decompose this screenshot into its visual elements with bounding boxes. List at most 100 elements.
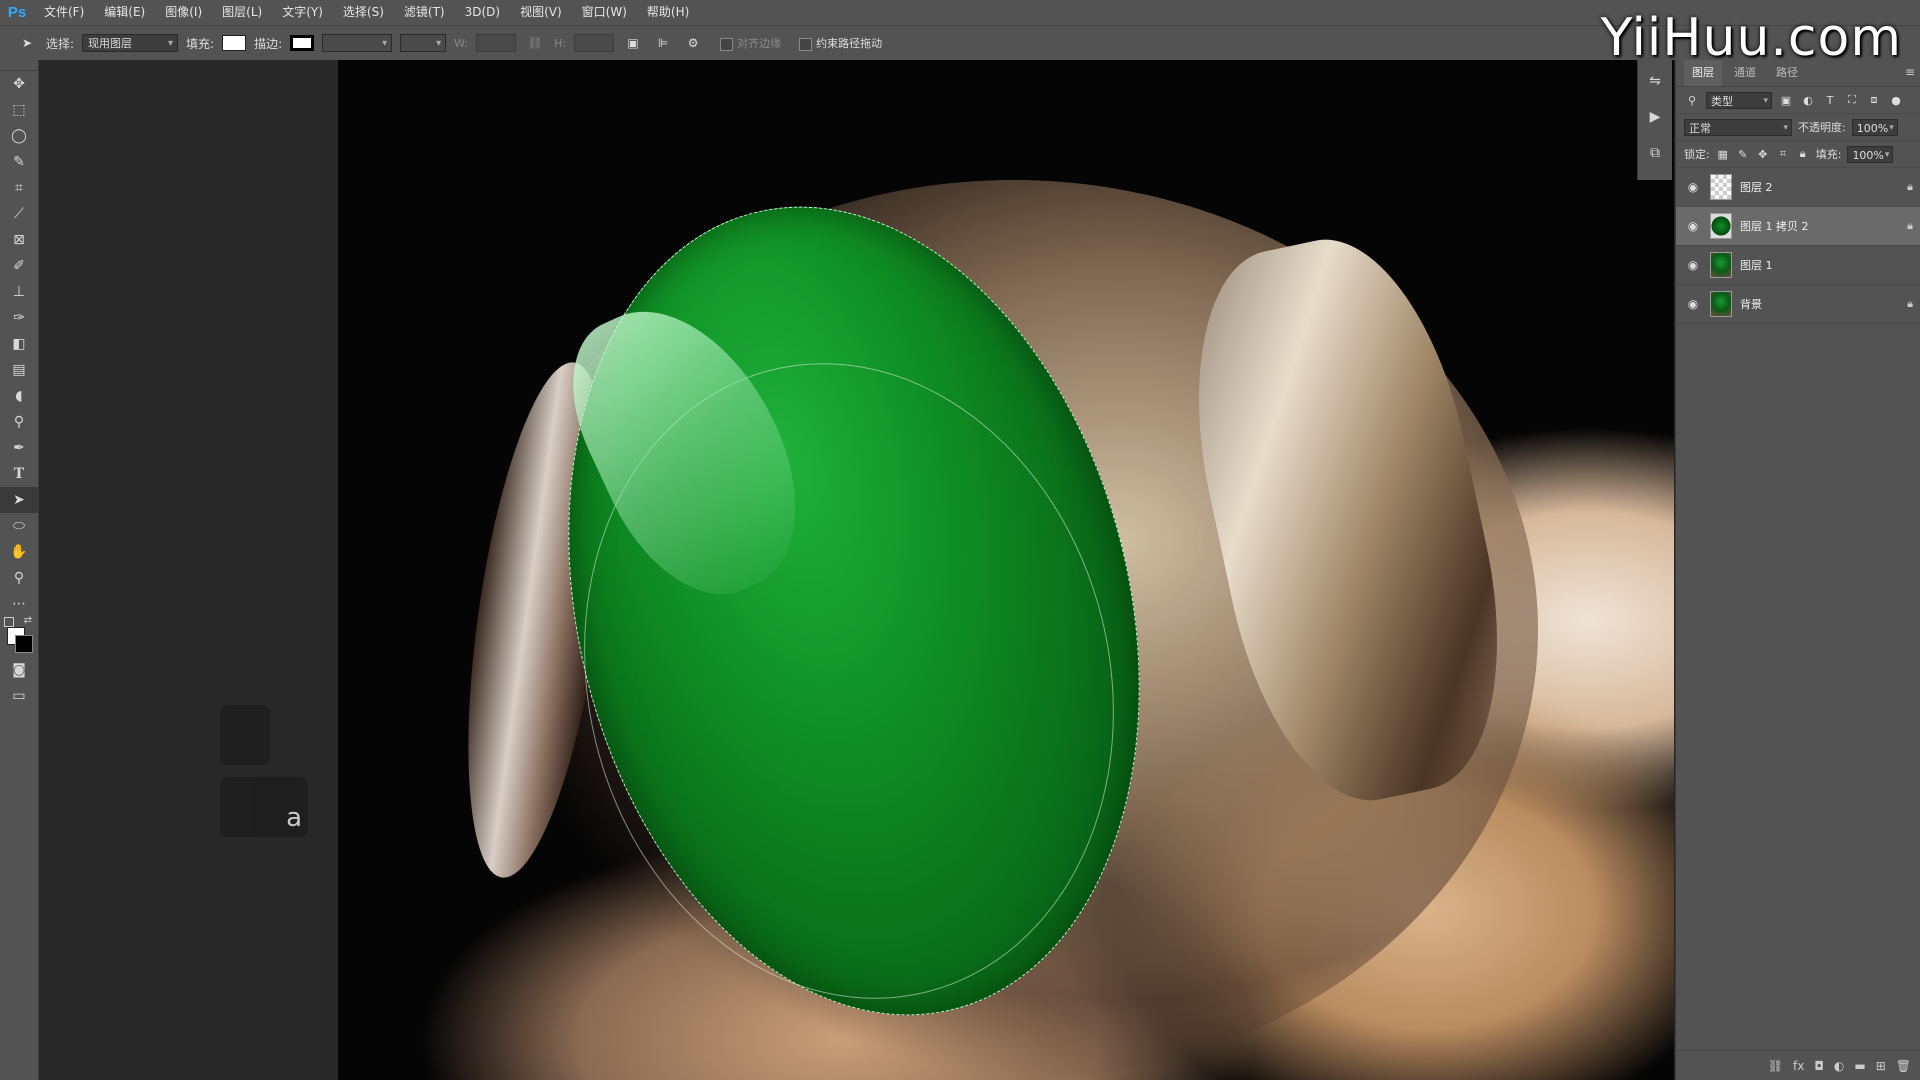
- stroke-type-dropdown[interactable]: [400, 34, 447, 53]
- layer-row-selected[interactable]: ◉ 图层 1 拷贝 2 🔒︎: [1676, 207, 1920, 246]
- history-panel-icon[interactable]: ⇋: [1638, 66, 1672, 96]
- layer-row[interactable]: ◉ 图层 1: [1676, 246, 1920, 285]
- opacity-field[interactable]: 100%: [1851, 118, 1898, 137]
- shape-filter-icon[interactable]: ⛶: [1844, 93, 1860, 107]
- eyedropper-tool-icon[interactable]: ⟋: [0, 201, 38, 227]
- pen-tool-icon[interactable]: ✒: [0, 435, 38, 461]
- menu-type[interactable]: 文字(Y): [272, 0, 333, 25]
- lasso-tool-icon[interactable]: ◯: [0, 123, 38, 149]
- layer-row[interactable]: ◉ 图层 2 🔒︎: [1676, 168, 1920, 207]
- menu-filter[interactable]: 滤镜(T): [394, 0, 455, 25]
- tab-layers[interactable]: 图层: [1684, 60, 1722, 86]
- marquee-tool-icon[interactable]: ⬚: [0, 97, 38, 123]
- history-brush-tool-icon[interactable]: ✑: [0, 305, 38, 331]
- panel-menu-icon[interactable]: ≡: [1905, 65, 1915, 79]
- ellipse-tool-icon[interactable]: ⬭: [0, 513, 38, 539]
- height-field[interactable]: [574, 34, 615, 52]
- align-edges-option[interactable]: 对齐边缘: [720, 35, 781, 51]
- tab-paths[interactable]: 路径: [1768, 60, 1806, 86]
- stroke-label: 描边:: [254, 36, 283, 51]
- eraser-tool-icon[interactable]: ◧: [0, 331, 38, 357]
- fill-field[interactable]: 100%: [1847, 145, 1894, 164]
- adjustment-layer-icon[interactable]: ◐: [1834, 1059, 1844, 1073]
- visibility-eye-icon[interactable]: ◉: [1684, 219, 1702, 233]
- pixel-filter-icon[interactable]: ▣: [1778, 94, 1794, 107]
- layer-row[interactable]: ◉ 背景 🔒︎: [1676, 285, 1920, 324]
- more-tools-icon[interactable]: ⋯: [0, 591, 38, 617]
- path-alignment-icon[interactable]: ⊫: [652, 32, 674, 54]
- link-layers-icon[interactable]: ⛓: [1768, 1059, 1783, 1073]
- layer-style-icon[interactable]: fx: [1793, 1059, 1804, 1073]
- menu-image[interactable]: 图像(I): [155, 0, 212, 25]
- align-edges-checkbox[interactable]: [720, 37, 734, 51]
- properties-panel-icon[interactable]: ⧉: [1638, 138, 1672, 168]
- path-arrangement-icon[interactable]: ⚙: [682, 32, 704, 54]
- color-swatches[interactable]: ⇄: [0, 615, 38, 657]
- panel-grip[interactable]: [0, 60, 38, 71]
- type-tool-icon[interactable]: T: [0, 461, 38, 487]
- lock-artboard-icon[interactable]: ⌗: [1776, 147, 1790, 161]
- frame-tool-icon[interactable]: ⊠: [0, 227, 38, 253]
- smart-object-filter-icon[interactable]: ⧈: [1866, 93, 1882, 107]
- default-colors-icon[interactable]: [4, 617, 14, 627]
- filter-toggle-icon[interactable]: ●: [1888, 94, 1904, 107]
- document-canvas[interactable]: [338, 60, 1674, 1080]
- tab-channels[interactable]: 通道: [1726, 60, 1764, 86]
- background-color[interactable]: [15, 635, 33, 653]
- adjustment-filter-icon[interactable]: ◐: [1800, 94, 1816, 107]
- menu-layer[interactable]: 图层(L): [212, 0, 272, 25]
- menu-file[interactable]: 文件(F): [34, 0, 94, 25]
- blend-mode-dropdown[interactable]: 正常: [1684, 118, 1792, 137]
- collapsed-panel-dock: ⇋ ▶ ⧉: [1637, 60, 1672, 180]
- dodge-tool-icon[interactable]: ⚲: [0, 409, 38, 435]
- align-edges-label: 对齐边缘: [737, 37, 782, 50]
- link-icon[interactable]: ⛓: [524, 32, 546, 54]
- lock-all-icon[interactable]: 🔒︎: [1796, 147, 1810, 161]
- path-operations-icon[interactable]: ▣: [622, 32, 644, 54]
- lock-transparent-icon[interactable]: ▦: [1716, 148, 1730, 161]
- width-field[interactable]: [476, 34, 517, 52]
- filter-kind-dropdown[interactable]: 类型: [1706, 91, 1772, 110]
- hand-tool-icon[interactable]: ✋: [0, 539, 38, 565]
- photoshop-logo[interactable]: Ps: [0, 0, 34, 25]
- fill-color-swatch[interactable]: [222, 35, 247, 51]
- path-selection-tool-preset-icon[interactable]: ➤: [16, 32, 38, 54]
- menu-window[interactable]: 窗口(W): [572, 0, 637, 25]
- new-group-icon[interactable]: ▬: [1854, 1059, 1865, 1073]
- menu-help[interactable]: 帮助(H): [637, 0, 699, 25]
- swap-colors-icon[interactable]: ⇄: [24, 615, 32, 626]
- fill-label: 填充:: [186, 36, 215, 51]
- lock-position-icon[interactable]: ✥: [1756, 148, 1770, 161]
- menu-select[interactable]: 选择(S): [333, 0, 394, 25]
- visibility-eye-icon[interactable]: ◉: [1684, 297, 1702, 311]
- stroke-width-dropdown[interactable]: [322, 34, 393, 53]
- constrain-path-checkbox[interactable]: [799, 37, 813, 51]
- screen-mode-icon[interactable]: ▭: [0, 683, 38, 709]
- lock-image-icon[interactable]: ✎: [1736, 148, 1750, 161]
- new-layer-icon[interactable]: ⊞: [1876, 1059, 1886, 1073]
- add-mask-icon[interactable]: ◘: [1814, 1059, 1824, 1073]
- visibility-eye-icon[interactable]: ◉: [1684, 180, 1702, 194]
- actions-play-icon[interactable]: ▶: [1638, 102, 1672, 132]
- constrain-path-option[interactable]: 约束路径拖动: [799, 35, 882, 51]
- quick-select-tool-icon[interactable]: ✎: [0, 149, 38, 175]
- watermark-text: YiiHuu.com: [1600, 8, 1902, 68]
- select-mode-dropdown[interactable]: 现用图层: [82, 34, 179, 53]
- gradient-tool-icon[interactable]: ▤: [0, 357, 38, 383]
- stamp-tool-icon[interactable]: ⊥: [0, 279, 38, 305]
- stroke-color-swatch[interactable]: [290, 35, 315, 51]
- zoom-tool-icon[interactable]: ⚲: [0, 565, 38, 591]
- blur-tool-icon[interactable]: ◖: [0, 383, 38, 409]
- path-selection-tool-icon[interactable]: ➤: [0, 487, 38, 513]
- menu-3d[interactable]: 3D(D): [455, 0, 510, 25]
- menu-view[interactable]: 视图(V): [510, 0, 572, 25]
- lock-icon: 🔒︎: [1907, 219, 1913, 232]
- quick-mask-icon[interactable]: ◙: [0, 657, 38, 683]
- visibility-eye-icon[interactable]: ◉: [1684, 258, 1702, 272]
- brush-tool-icon[interactable]: ✐: [0, 253, 38, 279]
- trash-icon[interactable]: 🗑︎: [1896, 1059, 1911, 1073]
- menu-edit[interactable]: 编辑(E): [94, 0, 155, 25]
- type-filter-icon[interactable]: T: [1822, 94, 1838, 107]
- move-tool-icon[interactable]: ✥: [0, 71, 38, 97]
- crop-tool-icon[interactable]: ⌗: [0, 175, 38, 201]
